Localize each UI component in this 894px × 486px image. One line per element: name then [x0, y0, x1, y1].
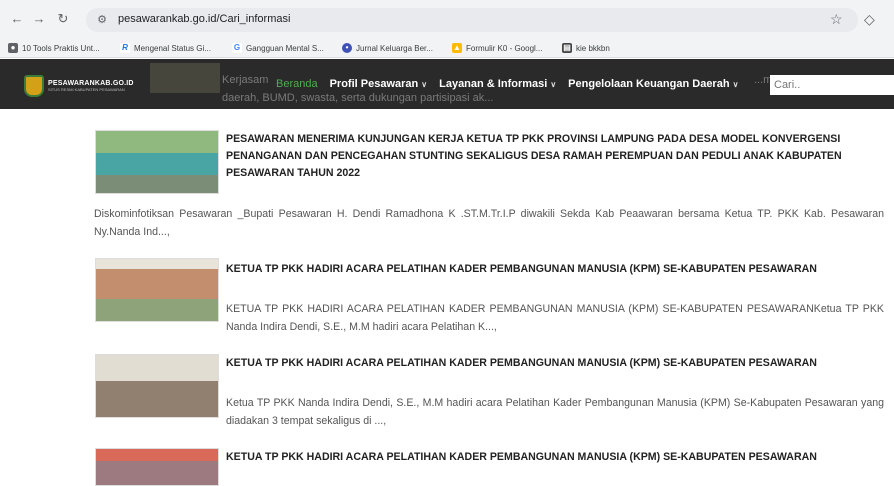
journal-icon: •: [342, 43, 352, 53]
browser-toolbar: ← → ↻ ⚙ pesawarankab.go.id/Cari_informas…: [0, 0, 894, 38]
article-excerpt: Ketua TP PKK Nanda Indira Dendi, S.E., M…: [226, 397, 884, 427]
article-title[interactable]: KETUA TP PKK HADIRI ACARA PELATIHAN KADE…: [226, 355, 886, 372]
nav-label: Pengelolaan Keuangan Daerah: [568, 78, 730, 90]
nav-item-pengelolaan-keuangan[interactable]: Pengelolaan Keuangan Daerah ∨: [568, 78, 738, 90]
site-logo[interactable]: PESAWARANKAB.GO.ID SITUS RESMI KABUPATEN…: [24, 75, 134, 97]
forward-icon[interactable]: →: [30, 10, 48, 28]
site-header: Kerjasam ...me daerah, BUMD, swasta, ser…: [0, 59, 894, 109]
search-input[interactable]: [770, 75, 894, 95]
nav-item-beranda[interactable]: Beranda: [276, 78, 318, 90]
bookmark-item[interactable]: • Jurnal Keluarga Ber...: [342, 41, 433, 55]
back-icon[interactable]: ←: [8, 10, 26, 28]
logo-title: PESAWARANKAB.GO.ID: [48, 80, 134, 87]
article-thumbnail[interactable]: [95, 354, 219, 418]
site-info-icon[interactable]: ⚙: [94, 12, 110, 28]
article-title[interactable]: PESAWARAN MENERIMA KUNJUNGAN KERJA KETUA…: [226, 131, 886, 182]
article-excerpt: Diskominfotiksan Pesawaran _Bupati Pesaw…: [94, 208, 884, 238]
nav-item-layanan-informasi[interactable]: Layanan & Informasi ∨: [439, 78, 556, 90]
drive-icon: ▲: [452, 43, 462, 53]
article-excerpt: KETUA TP PKK HADIRI ACARA PELATIHAN KADE…: [226, 303, 884, 333]
nav-item-profil-pesawaran[interactable]: Profil Pesawaran ∨: [330, 78, 428, 90]
extensions-puzzle-icon[interactable]: ◇: [864, 10, 875, 28]
nav-label: Layanan & Informasi: [439, 78, 548, 90]
chevron-down-icon: ∨: [421, 80, 428, 89]
article-thumbnail[interactable]: [95, 130, 219, 194]
globe-icon: ●: [8, 43, 18, 53]
document-icon: ▤: [562, 43, 572, 53]
bookmarks-bar: ● 10 Tools Praktis Unt... R Mengenal Sta…: [0, 38, 894, 58]
background-article-thumbnail: [150, 63, 220, 93]
background-article-text: daerah, BUMD, swasta, serta dukungan par…: [222, 92, 494, 104]
r-logo-icon: R: [120, 43, 130, 53]
bookmark-label: Mengenal Status Gi...: [134, 43, 211, 53]
reload-icon[interactable]: ↻: [54, 10, 72, 28]
article-title[interactable]: KETUA TP PKK HADIRI ACARA PELATIHAN KADE…: [226, 449, 886, 466]
background-article-text: Kerjasam: [222, 74, 269, 86]
bookmark-star-icon[interactable]: ☆: [830, 10, 843, 28]
g-logo-icon: G: [232, 43, 242, 53]
bookmark-label: Jurnal Keluarga Ber...: [356, 43, 433, 53]
url-text[interactable]: pesawarankab.go.id/Cari_informasi: [118, 13, 290, 25]
chevron-down-icon: ∨: [550, 80, 557, 89]
article-thumbnail[interactable]: [95, 258, 219, 322]
logo-subtitle: SITUS RESMI KABUPATEN PESAWARAN: [48, 87, 125, 92]
main-nav: Beranda Profil Pesawaran ∨ Layanan & Info…: [276, 78, 750, 90]
bookmark-label: Gangguan Mental S...: [246, 43, 324, 53]
bookmark-item[interactable]: G Gangguan Mental S...: [232, 41, 324, 55]
bookmark-item[interactable]: ▲ Formulir K0 - Googl...: [452, 41, 542, 55]
emblem-icon: [24, 75, 44, 97]
bookmark-item[interactable]: ● 10 Tools Praktis Unt...: [8, 41, 100, 55]
nav-label: Profil Pesawaran: [329, 78, 419, 90]
article-title[interactable]: KETUA TP PKK HADIRI ACARA PELATIHAN KADE…: [226, 261, 886, 278]
bookmark-item[interactable]: ▤ kie bkkbn: [562, 41, 610, 55]
article-thumbnail[interactable]: [95, 448, 219, 486]
chevron-down-icon: ∨: [732, 80, 739, 89]
bookmark-label: 10 Tools Praktis Unt...: [22, 43, 100, 53]
bookmark-item[interactable]: R Mengenal Status Gi...: [120, 41, 211, 55]
bookmark-label: kie bkkbn: [576, 43, 610, 53]
address-bar[interactable]: ⚙ pesawarankab.go.id/Cari_informasi: [86, 8, 858, 32]
bookmark-label: Formulir K0 - Googl...: [466, 43, 543, 53]
